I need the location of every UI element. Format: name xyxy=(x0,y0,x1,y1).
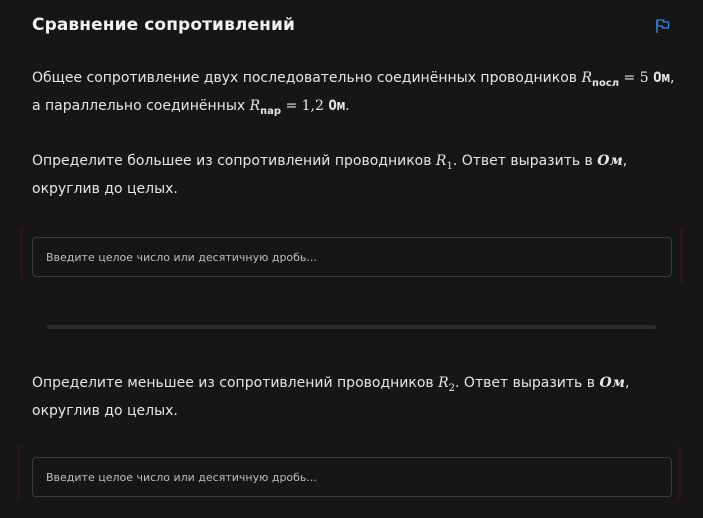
r-parallel-unit: Ом xyxy=(328,97,346,114)
condition-text: Общее сопротивление двух последовательно… xyxy=(32,70,582,86)
section-divider xyxy=(47,325,656,329)
answer-2-field[interactable] xyxy=(32,457,672,497)
task-title: Сравнение сопротивлений xyxy=(32,15,295,35)
question-2-middle: . Ответ выразить в xyxy=(455,375,600,391)
flag-icon[interactable] xyxy=(655,18,671,34)
problem-condition: Общее сопротивление двух последовательно… xyxy=(32,67,677,123)
r2-symbol: R2 xyxy=(438,375,456,394)
answer-2-right-marker xyxy=(678,445,681,500)
r-series-unit: Ом xyxy=(653,70,670,86)
question-1-middle: . Ответ выразить в xyxy=(452,153,598,169)
r-parallel-value: = 1,2 xyxy=(281,97,329,114)
question-1-unit: Ом xyxy=(597,153,623,169)
r-series-value: = 5 xyxy=(619,70,654,86)
r-series-symbol: Rпосл xyxy=(581,70,620,89)
question-2-prefix: Определите меньшее из сопротивлений пров… xyxy=(32,375,439,391)
question-1-text: Определите большее из сопротивлений пров… xyxy=(32,150,677,200)
condition-suffix: . xyxy=(345,97,350,114)
task-card: Сравнение сопротивлений Общее сопротивле… xyxy=(0,0,703,518)
r1-symbol: R1 xyxy=(435,153,453,172)
answer-1-right-marker xyxy=(680,228,683,283)
answer-2-left-marker xyxy=(17,445,20,500)
question-2-text: Определите меньшее из сопротивлений пров… xyxy=(32,372,677,422)
answer-2-input[interactable] xyxy=(33,458,671,496)
answer-1-input[interactable] xyxy=(33,238,671,276)
question-2-unit: Ом xyxy=(599,375,625,391)
r-parallel-symbol: Rпар xyxy=(249,97,281,117)
answer-1-field[interactable] xyxy=(32,237,672,277)
question-1-prefix: Определите большее из сопротивлений пров… xyxy=(32,153,436,169)
answer-1-left-marker xyxy=(20,228,23,278)
